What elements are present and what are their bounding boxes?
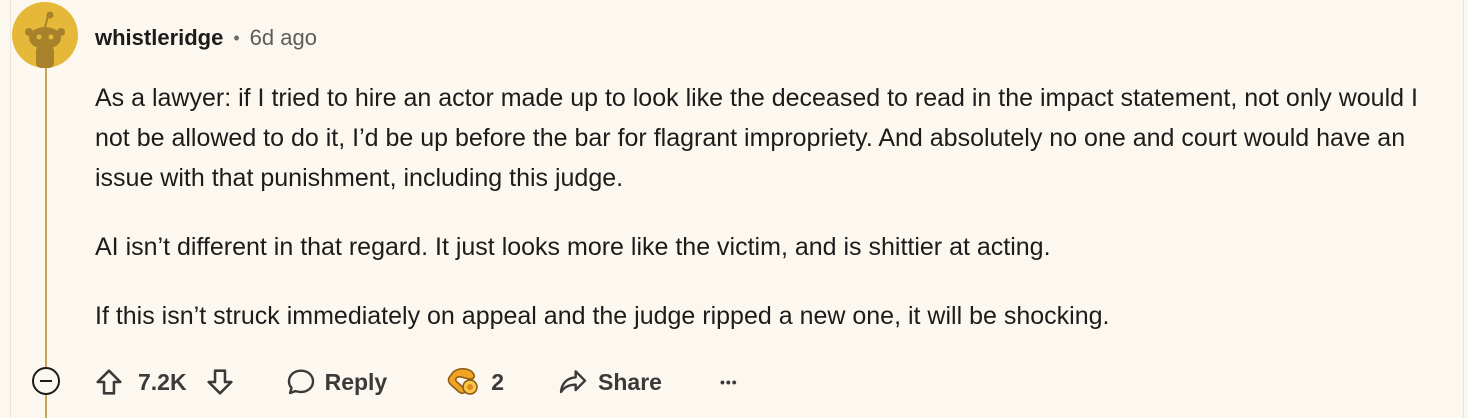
- comment-paragraph: AI isn’t different in that regard. It ju…: [95, 233, 1051, 261]
- award-count: 2: [491, 368, 505, 395]
- thread-line[interactable]: [45, 64, 47, 418]
- share-arrow-icon: [556, 366, 590, 398]
- comment-actions: 7.2K Reply 2 Share •••: [92, 362, 738, 402]
- comment-paragraph: If this isn’t struck immediately on appe…: [95, 302, 1110, 330]
- reply-button[interactable]: Reply: [285, 366, 388, 398]
- comment-body: As a lawyer: if I tried to hire an actor…: [95, 78, 1445, 365]
- collapse-thread-button[interactable]: [32, 367, 60, 395]
- share-label: Share: [598, 368, 662, 395]
- comment-header: whistleridge • 6d ago: [95, 22, 317, 54]
- snoo-avatar-icon: [12, 2, 78, 68]
- comment-paragraph: As a lawyer: if I tried to hire an actor…: [95, 84, 1418, 192]
- reply-label: Reply: [324, 368, 388, 395]
- avatar[interactable]: [12, 2, 78, 68]
- more-options-icon: •••: [719, 374, 738, 390]
- username-link[interactable]: whistleridge: [95, 25, 223, 51]
- separator-dot: •: [233, 27, 240, 48]
- award-button[interactable]: 2: [445, 365, 504, 399]
- downvote-icon[interactable]: [203, 365, 237, 399]
- upvote-icon[interactable]: [92, 365, 126, 399]
- comment-bubble-icon: [285, 366, 317, 398]
- vote-count: 7.2K: [138, 368, 187, 395]
- more-options-button[interactable]: •••: [720, 374, 738, 390]
- vote-group: 7.2K: [92, 365, 237, 399]
- award-icon: [445, 365, 483, 399]
- timestamp[interactable]: 6d ago: [250, 25, 317, 51]
- share-button[interactable]: Share: [556, 366, 662, 398]
